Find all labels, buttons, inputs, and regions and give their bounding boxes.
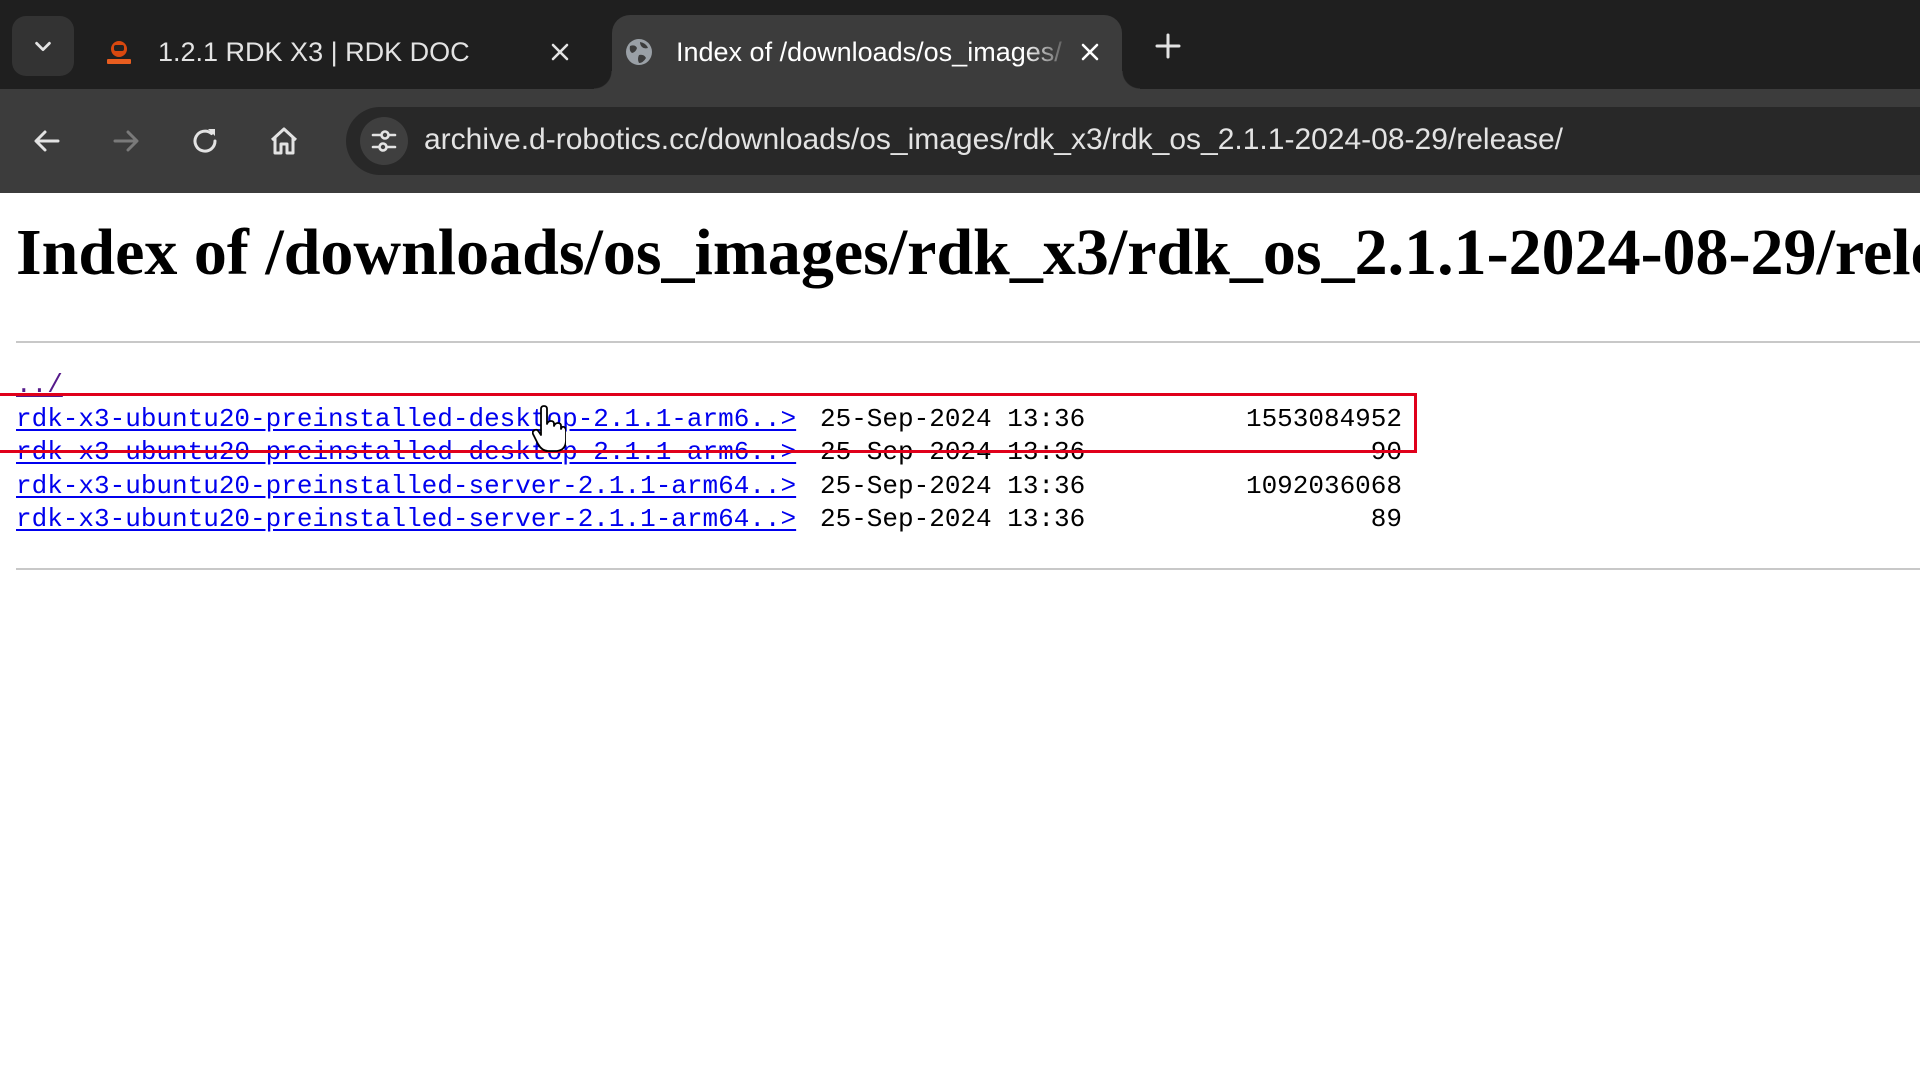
hand-pointer-icon bbox=[532, 405, 566, 452]
tab-index-of-downloads[interactable]: Index of /downloads/os_images/ bbox=[594, 15, 1140, 89]
tab-title: 1.2.1 RDK X3 | RDK DOC bbox=[158, 36, 470, 67]
divider bbox=[16, 341, 1920, 343]
home-button[interactable] bbox=[258, 115, 310, 167]
arrow-left-icon bbox=[34, 130, 60, 152]
reload-icon bbox=[193, 129, 217, 153]
file-size: 89 bbox=[1370, 504, 1402, 534]
site-info-button[interactable] bbox=[360, 117, 408, 165]
table-row: rdk-x3-ubuntu20-preinstalled-server-2.1.… bbox=[16, 470, 1402, 504]
tab-search-button[interactable] bbox=[12, 16, 74, 76]
chevron-down-icon bbox=[35, 41, 51, 52]
table-row: rdk-x3-ubuntu20-preinstalled-server-2.1.… bbox=[16, 503, 1402, 537]
divider bbox=[16, 568, 1920, 570]
plus-icon bbox=[1155, 33, 1181, 59]
arrow-right-icon bbox=[113, 130, 139, 152]
forward-button[interactable] bbox=[100, 115, 152, 167]
file-link[interactable]: rdk-x3-ubuntu20-preinstalled-server-2.1.… bbox=[16, 504, 796, 534]
page-title: Index of /downloads/os_images/rdk_x3/rdk… bbox=[16, 216, 1920, 289]
new-tab-button[interactable] bbox=[1148, 26, 1188, 66]
rdk-logo-icon bbox=[107, 41, 131, 64]
close-icon[interactable] bbox=[542, 34, 578, 70]
page-content: Index of /downloads/os_images/rdk_x3/rdk… bbox=[0, 193, 1920, 1080]
tab-strip: 1.2.1 RDK X3 | RDK DOC Index of /downloa… bbox=[0, 0, 1920, 89]
url-text: archive.d-robotics.cc/downloads/os_image… bbox=[424, 123, 1563, 156]
browser-toolbar: archive.d-robotics.cc/downloads/os_image… bbox=[0, 89, 1920, 193]
globe-icon bbox=[626, 39, 652, 65]
address-bar[interactable]: archive.d-robotics.cc/downloads/os_image… bbox=[346, 107, 1920, 175]
reload-button[interactable] bbox=[179, 115, 231, 167]
file-date: 25-Sep-2024 13:36 bbox=[820, 504, 1086, 534]
highlight-annotation-box bbox=[0, 393, 1417, 453]
tab-title: Index of /downloads/os_images/ bbox=[676, 36, 1062, 67]
back-button[interactable] bbox=[21, 115, 73, 167]
file-size: 1092036068 bbox=[1245, 470, 1402, 501]
home-icon bbox=[270, 127, 298, 155]
file-link[interactable]: rdk-x3-ubuntu20-preinstalled-server-2.1.… bbox=[16, 471, 796, 501]
tab-rdk-doc[interactable]: 1.2.1 RDK X3 | RDK DOC bbox=[92, 15, 592, 89]
tune-icon bbox=[371, 130, 397, 152]
close-icon[interactable] bbox=[1072, 34, 1108, 70]
file-date: 25-Sep-2024 13:36 bbox=[820, 470, 1086, 501]
